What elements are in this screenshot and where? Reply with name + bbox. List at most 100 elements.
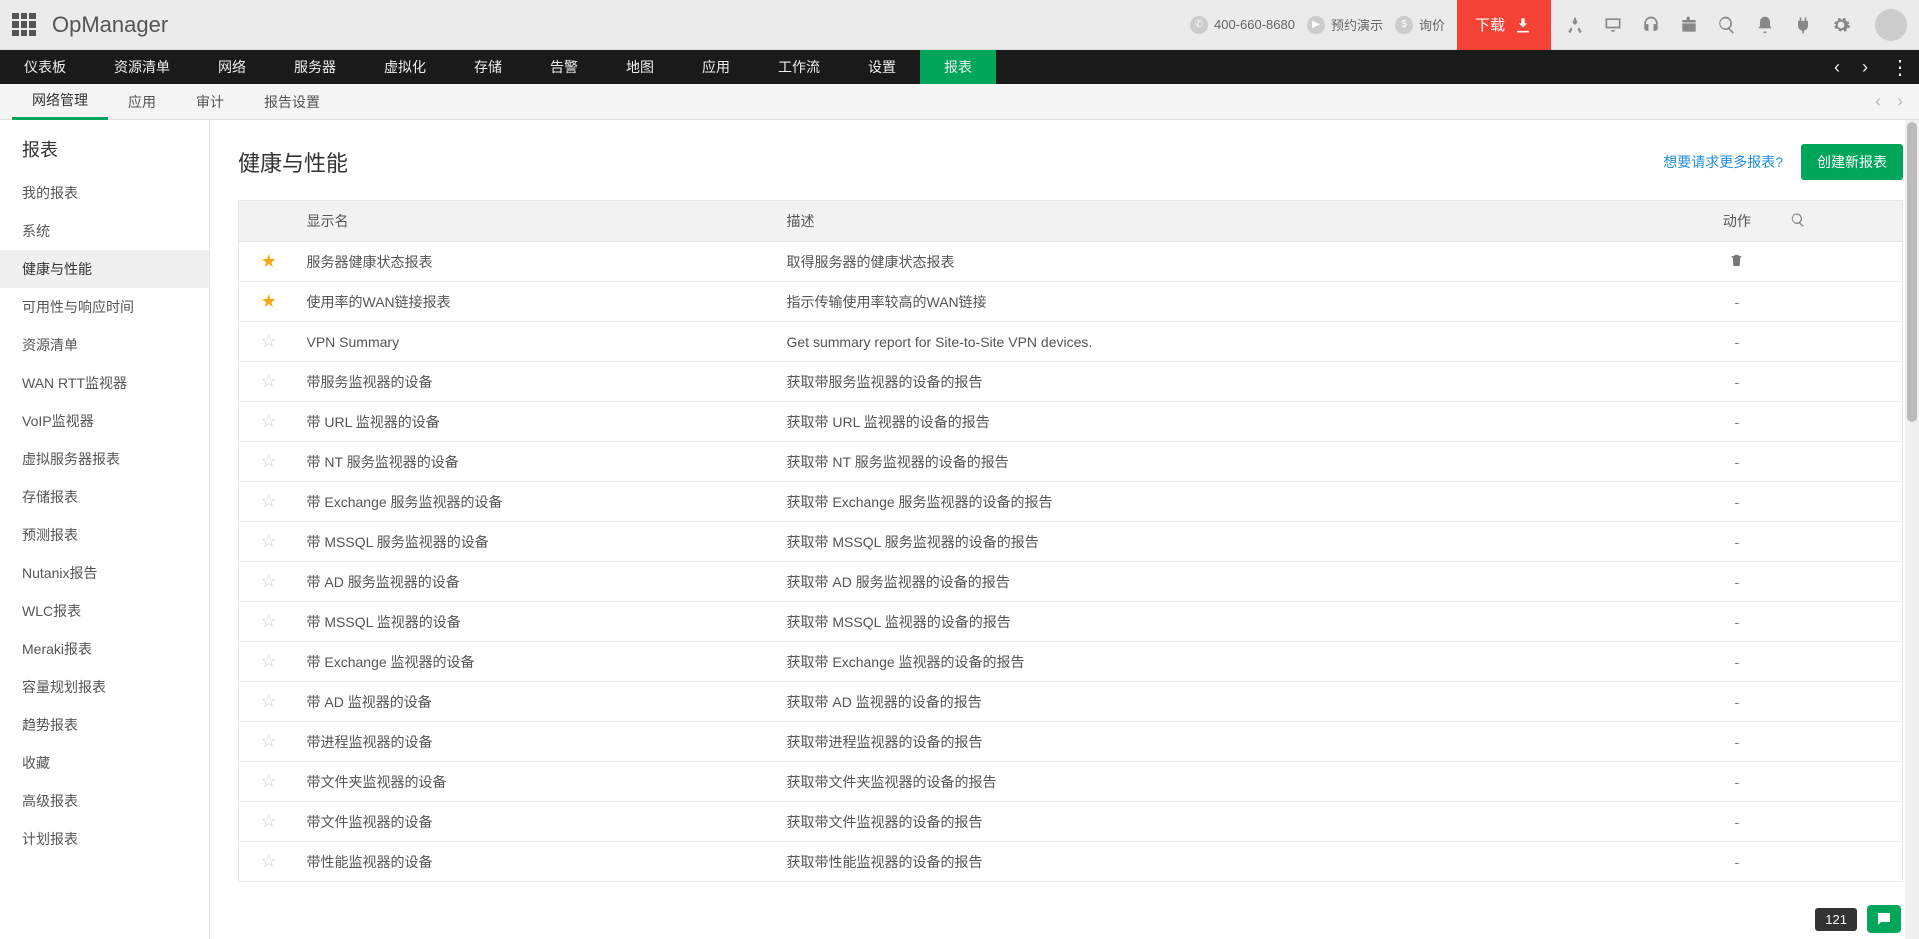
sidebar-item[interactable]: 我的报表 xyxy=(0,174,209,212)
main-nav-item[interactable]: 存储 xyxy=(450,50,526,84)
favorite-star-icon[interactable]: ☆ xyxy=(261,531,277,551)
report-desc: 获取带文件监视器的设备的报告 xyxy=(779,802,1692,842)
scrollbar-thumb[interactable] xyxy=(1907,122,1917,422)
sidebar-item[interactable]: VoIP监视器 xyxy=(0,402,209,440)
sidebar-item[interactable]: 系统 xyxy=(0,212,209,250)
main-nav-item[interactable]: 地图 xyxy=(602,50,678,84)
demo-link[interactable]: ▶ 预约演示 xyxy=(1307,15,1383,34)
favorite-star-icon[interactable]: ★ xyxy=(261,291,277,311)
favorite-star-icon[interactable]: ☆ xyxy=(261,571,277,591)
search-icon[interactable] xyxy=(1717,15,1737,35)
favorite-star-icon[interactable]: ☆ xyxy=(261,771,277,791)
contact-phone[interactable]: ✆ 400-660-8680 xyxy=(1190,16,1295,34)
subnav-next-icon[interactable]: › xyxy=(1889,91,1911,112)
sidebar-item[interactable]: 趋势报表 xyxy=(0,706,209,744)
inquiry-link[interactable]: $ 询价 xyxy=(1395,15,1445,34)
subnav-prev-icon[interactable]: ‹ xyxy=(1867,91,1889,112)
request-more-link[interactable]: 想要请求更多报表? xyxy=(1663,152,1783,172)
sidebar-item[interactable]: 可用性与响应时间 xyxy=(0,288,209,326)
main-nav-item[interactable]: 服务器 xyxy=(270,50,360,84)
nav-next-icon[interactable]: › xyxy=(1851,50,1879,84)
col-name[interactable]: 显示名 xyxy=(299,201,779,242)
report-name[interactable]: 带 URL 监视器的设备 xyxy=(299,402,779,442)
report-name[interactable]: 带 Exchange 服务监视器的设备 xyxy=(299,482,779,522)
apps-grid-icon[interactable] xyxy=(12,13,36,37)
favorite-star-icon[interactable]: ★ xyxy=(261,251,277,271)
sub-nav-item[interactable]: 审计 xyxy=(176,84,244,120)
main-nav-item[interactable]: 告警 xyxy=(526,50,602,84)
sidebar-item[interactable]: 预测报表 xyxy=(0,516,209,554)
report-name[interactable]: 带性能监视器的设备 xyxy=(299,842,779,882)
sidebar-item[interactable]: 收藏 xyxy=(0,744,209,782)
download-button[interactable]: 下载 xyxy=(1457,0,1551,50)
favorite-star-icon[interactable]: ☆ xyxy=(261,731,277,751)
report-name[interactable]: 带文件夹监视器的设备 xyxy=(299,762,779,802)
main-nav-item[interactable]: 仪表板 xyxy=(0,50,90,84)
favorite-star-icon[interactable]: ☆ xyxy=(261,611,277,631)
report-name[interactable]: 带服务监视器的设备 xyxy=(299,362,779,402)
sidebar-item[interactable]: WLC报表 xyxy=(0,592,209,630)
sidebar-item[interactable]: Meraki报表 xyxy=(0,630,209,668)
report-action[interactable] xyxy=(1692,242,1782,282)
col-action[interactable]: 动作 xyxy=(1692,201,1782,242)
bell-icon[interactable] xyxy=(1755,15,1775,35)
report-name[interactable]: 带进程监视器的设备 xyxy=(299,722,779,762)
report-action: - xyxy=(1692,562,1782,602)
monitor-icon[interactable] xyxy=(1603,15,1623,35)
report-name[interactable]: 带文件监视器的设备 xyxy=(299,802,779,842)
plug-icon[interactable] xyxy=(1793,15,1813,35)
report-name[interactable]: 带 NT 服务监视器的设备 xyxy=(299,442,779,482)
gift-icon[interactable] xyxy=(1679,15,1699,35)
scrollbar[interactable] xyxy=(1905,120,1919,939)
sidebar-item[interactable]: WAN RTT监视器 xyxy=(0,364,209,402)
report-name[interactable]: 服务器健康状态报表 xyxy=(299,242,779,282)
main-nav-item[interactable]: 设置 xyxy=(844,50,920,84)
report-name[interactable]: 带 Exchange 监视器的设备 xyxy=(299,642,779,682)
sidebar-item[interactable]: 健康与性能 xyxy=(0,250,209,288)
favorite-star-icon[interactable]: ☆ xyxy=(261,691,277,711)
create-report-button[interactable]: 创建新报表 xyxy=(1801,144,1903,180)
rocket-icon[interactable] xyxy=(1565,15,1585,35)
favorite-star-icon[interactable]: ☆ xyxy=(261,331,277,351)
favorite-star-icon[interactable]: ☆ xyxy=(261,811,277,831)
chat-button[interactable] xyxy=(1867,905,1901,933)
main-nav-item[interactable]: 虚拟化 xyxy=(360,50,450,84)
sidebar-item[interactable]: 资源清单 xyxy=(0,326,209,364)
report-name[interactable]: 使用率的WAN链接报表 xyxy=(299,282,779,322)
logo[interactable]: OpManager xyxy=(52,12,168,38)
main-nav-item[interactable]: 网络 xyxy=(194,50,270,84)
main-nav-item[interactable]: 资源清单 xyxy=(90,50,194,84)
sidebar-item[interactable]: Nutanix报告 xyxy=(0,554,209,592)
report-name[interactable]: 带 MSSQL 监视器的设备 xyxy=(299,602,779,642)
sub-nav-item[interactable]: 应用 xyxy=(108,84,176,120)
favorite-star-icon[interactable]: ☆ xyxy=(261,451,277,471)
sidebar-item[interactable]: 虚拟服务器报表 xyxy=(0,440,209,478)
sub-nav-item[interactable]: 网络管理 xyxy=(12,84,108,120)
sidebar-item[interactable]: 计划报表 xyxy=(0,820,209,858)
col-desc[interactable]: 描述 xyxy=(779,201,1692,242)
main-nav-item[interactable]: 应用 xyxy=(678,50,754,84)
sidebar-item[interactable]: 存储报表 xyxy=(0,478,209,516)
report-action: - xyxy=(1692,682,1782,722)
sidebar-item[interactable]: 容量规划报表 xyxy=(0,668,209,706)
table-search[interactable] xyxy=(1782,201,1903,242)
favorite-star-icon[interactable]: ☆ xyxy=(261,371,277,391)
sidebar-item[interactable]: 高级报表 xyxy=(0,782,209,820)
report-name[interactable]: VPN Summary xyxy=(299,322,779,362)
gear-icon[interactable] xyxy=(1831,15,1851,35)
report-name[interactable]: 带 AD 服务监视器的设备 xyxy=(299,562,779,602)
main-nav-item[interactable]: 报表 xyxy=(920,50,996,84)
user-avatar[interactable] xyxy=(1875,9,1907,41)
favorite-star-icon[interactable]: ☆ xyxy=(261,851,277,871)
count-badge[interactable]: 121 xyxy=(1815,908,1857,931)
main-nav-item[interactable]: 工作流 xyxy=(754,50,844,84)
favorite-star-icon[interactable]: ☆ xyxy=(261,491,277,511)
favorite-star-icon[interactable]: ☆ xyxy=(261,651,277,671)
report-name[interactable]: 带 AD 监视器的设备 xyxy=(299,682,779,722)
nav-prev-icon[interactable]: ‹ xyxy=(1823,50,1851,84)
sub-nav-item[interactable]: 报告设置 xyxy=(244,84,340,120)
report-name[interactable]: 带 MSSQL 服务监视器的设备 xyxy=(299,522,779,562)
headset-icon[interactable] xyxy=(1641,15,1661,35)
favorite-star-icon[interactable]: ☆ xyxy=(261,411,277,431)
nav-more-icon[interactable]: ⋮ xyxy=(1879,50,1919,84)
